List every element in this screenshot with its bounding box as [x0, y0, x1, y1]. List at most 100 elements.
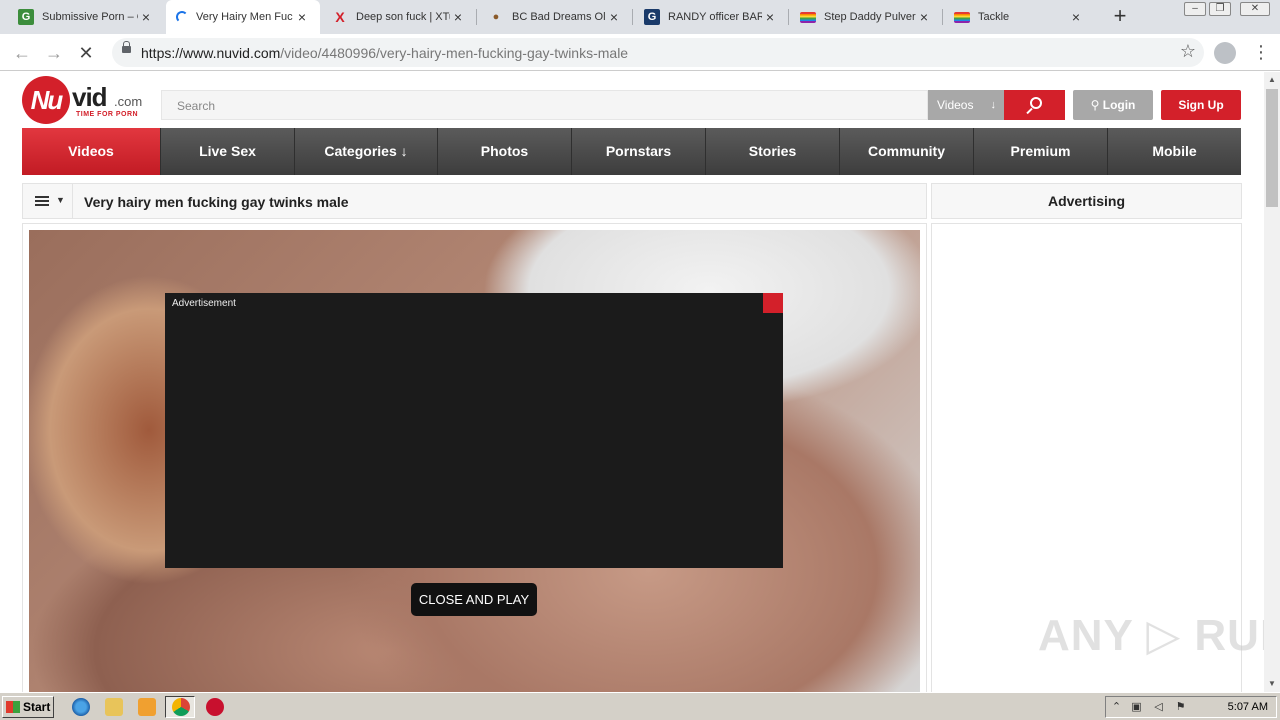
- loading-spinner-icon: [176, 11, 188, 23]
- start-label: Start: [23, 700, 51, 714]
- tab-bad-dreams[interactable]: ● BC Bad Dreams Oli ×: [478, 0, 632, 34]
- chrome-icon: [172, 698, 190, 716]
- tab-favicon-icon: G: [18, 9, 34, 25]
- nav-live-sex[interactable]: Live Sex: [161, 128, 295, 175]
- taskbar: Start ⌃ ▣ ◁ ⚑ 5:07 AM: [0, 692, 1280, 720]
- search-scope-label: Videos: [937, 98, 974, 112]
- tab-randy-officer[interactable]: G RANDY officer BAR ×: [634, 0, 788, 34]
- profile-avatar-icon[interactable]: [1214, 42, 1236, 64]
- menu-kebab-icon[interactable]: ⋮: [1252, 40, 1270, 64]
- login-button[interactable]: ⚲ Login: [1073, 90, 1153, 120]
- advertising-heading: Advertising: [931, 183, 1242, 219]
- page-scrollbar[interactable]: ▲ ▼: [1264, 72, 1280, 692]
- tab-title: Deep son fuck | XTu: [356, 11, 450, 23]
- list-icon: [35, 196, 49, 206]
- logo-word: vid: [72, 82, 108, 112]
- ad-overlay[interactable]: Advertisement: [165, 293, 783, 568]
- tab-favicon-icon: X: [335, 9, 345, 25]
- internet-explorer-icon[interactable]: [72, 698, 90, 716]
- tab-separator: [942, 9, 943, 25]
- anyrun-watermark: ANY ▷ RUN: [1038, 611, 1264, 660]
- site-logo[interactable]: Nu vid .com TIME FOR PORN: [22, 76, 152, 126]
- ad-close-button[interactable]: [763, 293, 783, 313]
- nav-premium[interactable]: Premium: [974, 128, 1108, 175]
- tab-step-daddy[interactable]: Step Daddy Pulver ×: [790, 0, 942, 34]
- tab-title: Step Daddy Pulver: [824, 11, 916, 23]
- caret-down-icon: ▼: [56, 195, 65, 205]
- tab-strip: G Submissive Porn – G × Very Hairy Men F…: [0, 0, 1280, 34]
- minimize-button[interactable]: –: [1184, 2, 1206, 16]
- nav-stories[interactable]: Stories: [706, 128, 840, 175]
- url-text: https://www.nuvid.com/video/4480996/very…: [141, 45, 629, 61]
- key-icon: ⚲: [1090, 98, 1103, 112]
- nav-photos[interactable]: Photos: [438, 128, 572, 175]
- tab-close-icon[interactable]: ×: [762, 9, 778, 25]
- scroll-down-icon[interactable]: ▼: [1264, 676, 1280, 692]
- close-window-button[interactable]: ✕: [1240, 2, 1270, 16]
- logo-dotcom: .com: [114, 94, 143, 109]
- ad-label: Advertisement: [172, 298, 236, 309]
- tab-submissive-porn[interactable]: G Submissive Porn – G ×: [8, 0, 164, 34]
- rainbow-flag-icon: [800, 11, 816, 23]
- tab-title: Tackle: [978, 11, 1010, 23]
- tab-separator: [476, 9, 477, 25]
- search-icon: [1030, 97, 1042, 109]
- tab-very-hairy-men[interactable]: Very Hairy Men Fuc ×: [166, 0, 320, 34]
- search-scope-dropdown[interactable]: Videos ↓: [928, 90, 1004, 120]
- volume-icon[interactable]: ◁: [1152, 701, 1165, 714]
- folder-icon[interactable]: [105, 698, 123, 716]
- bookmark-star-icon[interactable]: ☆: [1180, 41, 1196, 62]
- nav-categories[interactable]: Categories ↓: [295, 128, 438, 175]
- tab-separator: [632, 9, 633, 25]
- video-title: Very hairy men fucking gay twinks male: [84, 194, 349, 210]
- login-label: Login: [1102, 98, 1136, 112]
- tab-close-icon[interactable]: ×: [294, 9, 310, 25]
- tab-close-icon[interactable]: ×: [138, 9, 154, 25]
- stop-loading-icon[interactable]: ✕: [74, 41, 98, 65]
- nav-videos[interactable]: Videos: [22, 128, 161, 175]
- back-arrow-icon[interactable]: ←: [10, 41, 34, 65]
- search-button[interactable]: [1004, 90, 1065, 120]
- tab-separator: [788, 9, 789, 25]
- nav-mobile[interactable]: Mobile: [1108, 128, 1241, 175]
- video-title-bar: ▼ Very hairy men fucking gay twinks male: [22, 183, 927, 219]
- playlist-menu-button[interactable]: ▼: [23, 184, 73, 218]
- tab-close-icon[interactable]: ×: [1068, 9, 1084, 25]
- close-and-play-button[interactable]: CLOSE AND PLAY: [411, 583, 537, 616]
- system-tray: ⌃ ▣ ◁ ⚑ 5:07 AM: [1105, 696, 1277, 718]
- tab-title: RANDY officer BAR: [668, 11, 762, 23]
- nav-pornstars[interactable]: Pornstars: [572, 128, 706, 175]
- lock-icon: [122, 41, 131, 53]
- action-center-flag-icon[interactable]: ⚑: [1174, 701, 1187, 714]
- tab-favicon-icon: ●: [492, 11, 500, 23]
- maximize-button[interactable]: ❐: [1209, 2, 1231, 16]
- tab-title: Submissive Porn – G: [42, 11, 138, 23]
- forward-arrow-icon[interactable]: →: [42, 41, 66, 65]
- tab-favicon-icon: G: [644, 9, 660, 25]
- logo-tagline: TIME FOR PORN: [76, 111, 139, 118]
- start-button[interactable]: Start: [2, 696, 54, 718]
- browser-toolbar: ← → ✕ https://www.nuvid.com/video/448099…: [0, 34, 1280, 71]
- address-bar[interactable]: https://www.nuvid.com/video/4480996/very…: [112, 38, 1204, 67]
- tab-close-icon[interactable]: ×: [606, 9, 622, 25]
- scroll-up-icon[interactable]: ▲: [1264, 72, 1280, 88]
- network-icon[interactable]: ▣: [1130, 701, 1143, 714]
- tab-close-icon[interactable]: ×: [916, 9, 932, 25]
- rainbow-flag-icon: [954, 11, 970, 23]
- tab-close-icon[interactable]: ×: [450, 9, 466, 25]
- tray-expand-icon[interactable]: ⌃: [1110, 701, 1123, 714]
- search-input[interactable]: Search: [161, 90, 928, 120]
- scrollbar-thumb[interactable]: [1266, 89, 1278, 207]
- tab-title: BC Bad Dreams Oli: [512, 11, 606, 23]
- new-tab-button[interactable]: +: [1108, 4, 1132, 28]
- clock[interactable]: 5:07 AM: [1228, 701, 1268, 713]
- tab-title: Very Hairy Men Fuc: [196, 11, 293, 23]
- chrome-taskbar-button[interactable]: [165, 696, 195, 718]
- media-player-icon[interactable]: [138, 698, 156, 716]
- tab-deep-son[interactable]: X Deep son fuck | XTu ×: [322, 0, 476, 34]
- nav-community[interactable]: Community: [840, 128, 974, 175]
- web-page: Nu vid .com TIME FOR PORN Search Videos …: [0, 72, 1264, 692]
- tab-tackle[interactable]: Tackle ×: [944, 0, 1094, 34]
- opera-icon[interactable]: [206, 698, 224, 716]
- signup-button[interactable]: Sign Up: [1161, 90, 1241, 120]
